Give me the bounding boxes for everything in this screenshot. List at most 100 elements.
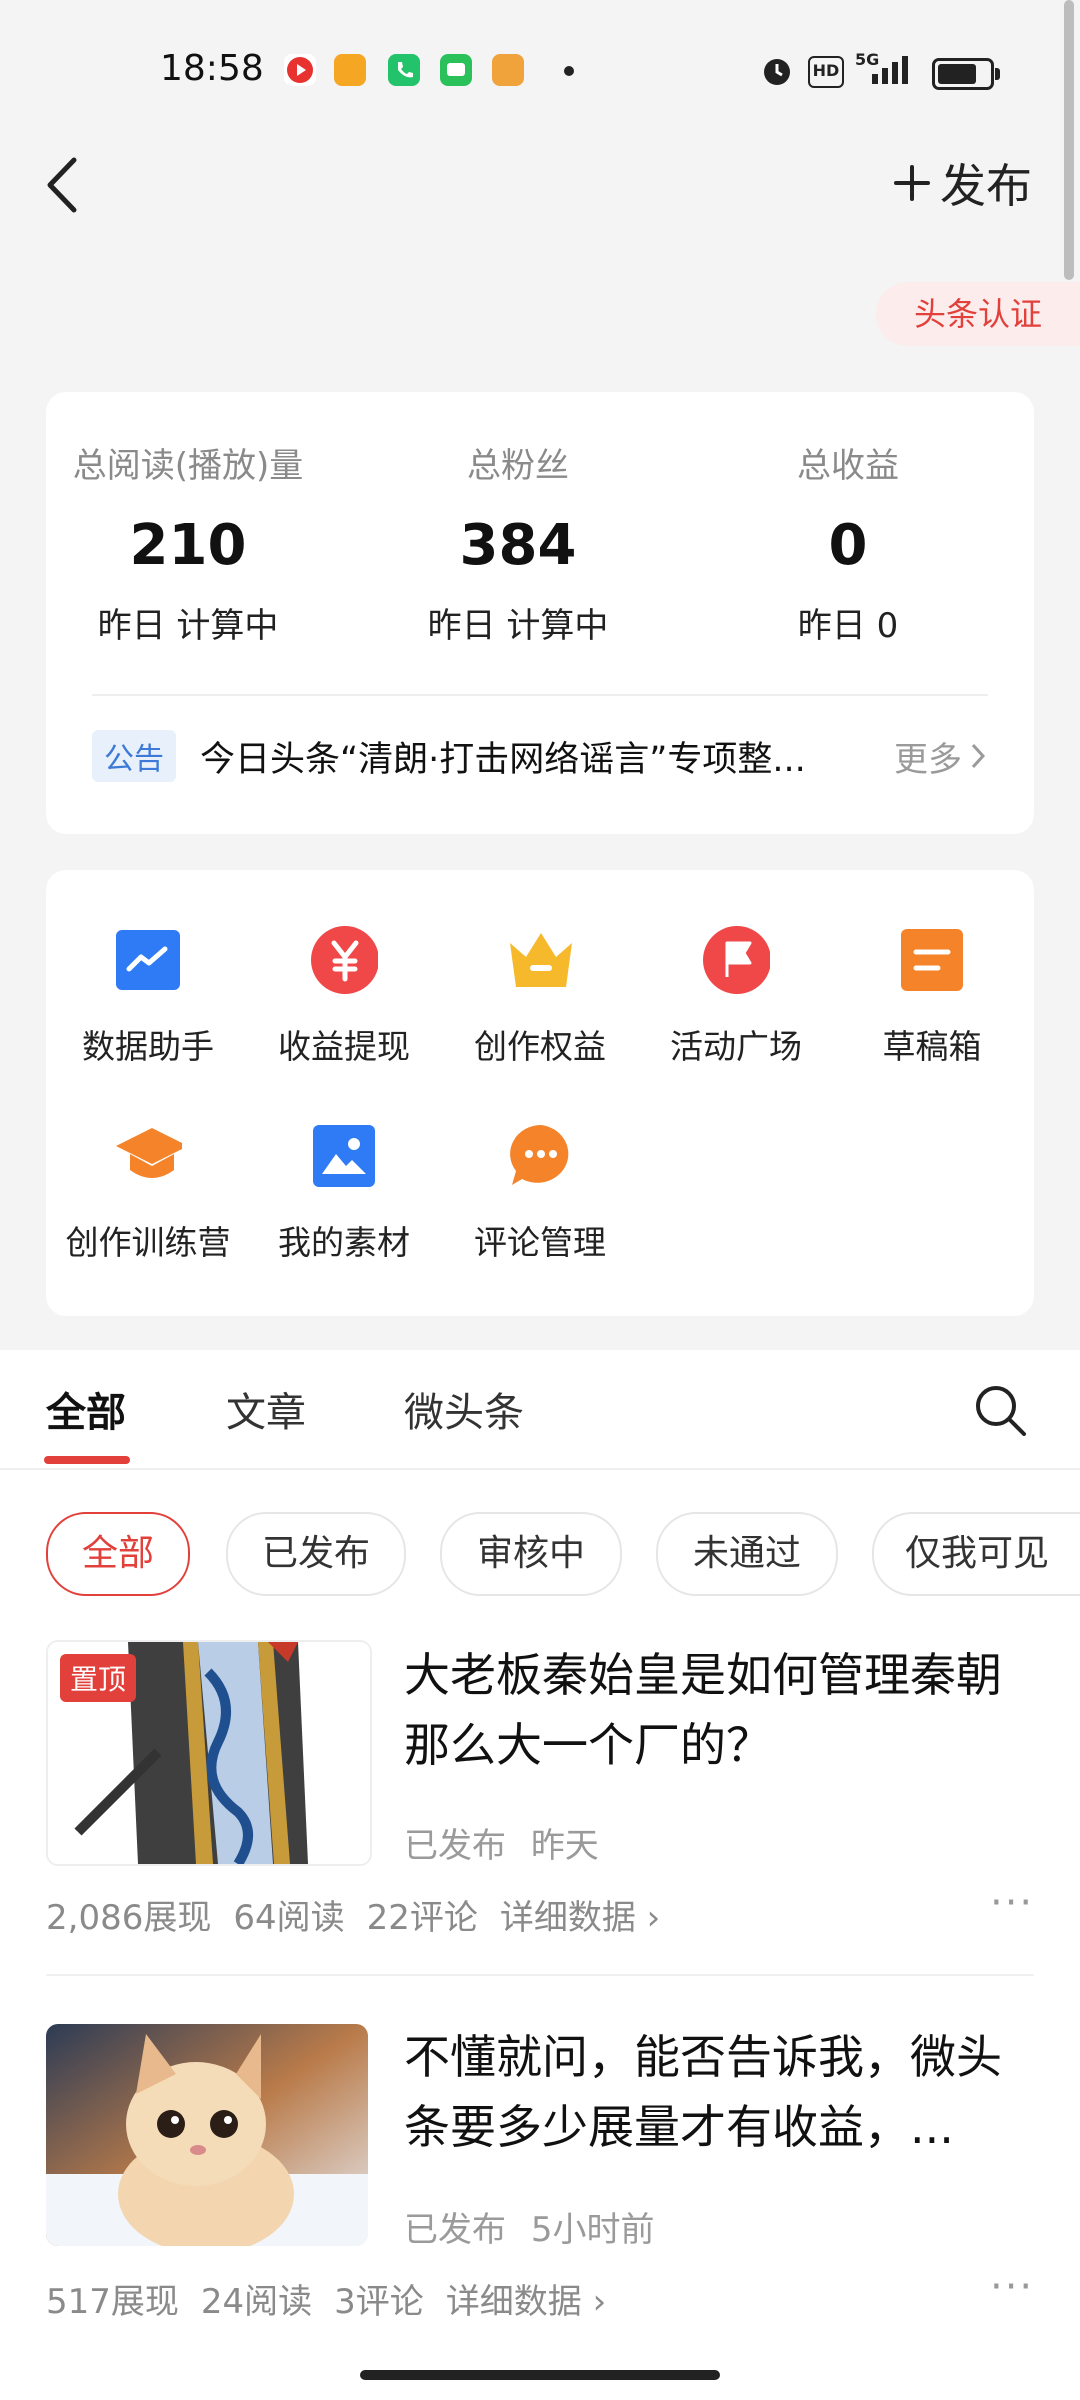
tool-withdraw[interactable]: 收益提现 (246, 926, 442, 1068)
game-app-icon (334, 54, 366, 86)
post-comments: 3评论 (334, 2282, 424, 2322)
tool-comment-management[interactable]: 评论管理 (442, 1122, 638, 1264)
post-detail-link[interactable]: 详细数据 › (500, 1890, 660, 1939)
yen-icon (310, 926, 378, 994)
stat-label: 总收益 (797, 446, 899, 486)
pinned-badge: 置顶 (60, 1654, 137, 1702)
kitten-photo (46, 2024, 368, 2246)
divider (92, 694, 988, 696)
verify-button[interactable]: 头条认证 (876, 282, 1080, 346)
post-more-button[interactable]: ··· (990, 1880, 1034, 1926)
scrollbar[interactable] (1064, 0, 1074, 280)
tool-label: 数据助手 (82, 1027, 214, 1066)
flag-icon (702, 926, 770, 994)
filter-chip-reviewing[interactable]: 审核中 (440, 1512, 622, 1596)
post-title-text: 不懂就问，能否告诉我，微头条要多少展量才有收益，... (404, 2030, 1002, 2154)
search-button[interactable] (970, 1380, 1030, 1440)
stat-value: 210 (129, 513, 247, 578)
chart-icon (114, 926, 182, 994)
post-more-button[interactable]: ··· (990, 2264, 1034, 2310)
filter-chip-private[interactable]: 仅我可见 (872, 1512, 1080, 1596)
stat-sub: 昨日 计算中 (427, 606, 609, 646)
publish-button[interactable]: 发布 (892, 148, 1032, 218)
stat-income[interactable]: 总收益 0 昨日 0 (698, 438, 998, 647)
post-detail-label: 详细数据 (445, 2282, 582, 2322)
tool-label: 活动广场 (670, 1027, 802, 1066)
post-detail-link[interactable]: 详细数据 › (446, 2274, 606, 2323)
post-thumbnail[interactable] (46, 2024, 368, 2246)
post-stats: 2,086展现 64阅读 22评论 详细数据 › (46, 1890, 660, 1939)
alarm-icon (760, 54, 794, 92)
post-meta: 已发布 昨天 (404, 1818, 599, 1867)
tool-label: 我的素材 (278, 1223, 410, 1262)
post-separator (46, 1974, 1034, 1976)
filter-chips: 全部 已发布 审核中 未通过 仅我可见 (0, 1512, 1080, 1596)
tool-my-materials[interactable]: 我的素材 (246, 1122, 442, 1264)
stat-label: 总粉丝 (467, 446, 569, 486)
notification-dot (564, 66, 574, 76)
tool-label: 收益提现 (278, 1027, 410, 1066)
image-icon (310, 1122, 378, 1190)
filter-chip-rejected[interactable]: 未通过 (656, 1512, 838, 1596)
notice-tag: 公告 (92, 730, 176, 782)
signal-icon (870, 56, 914, 90)
stat-fans[interactable]: 总粉丝 384 昨日 计算中 (368, 438, 668, 647)
chevron-right-icon (971, 743, 986, 769)
post-thumbnail[interactable]: 置顶 (46, 1640, 372, 1866)
stat-value: 384 (459, 513, 577, 578)
notice-more-label: 更多 (894, 739, 962, 780)
post-reads: 24阅读 (200, 2282, 313, 2322)
post-time: 5小时前 (530, 2210, 655, 2250)
post-detail-label: 详细数据 (499, 1898, 636, 1938)
search-icon (976, 1386, 1026, 1436)
status-bar: 18:58 HD 5G (0, 0, 1080, 140)
tool-drafts[interactable]: 草稿箱 (834, 926, 1030, 1068)
battery-icon (932, 58, 1000, 90)
tab-articles[interactable]: 文章 (226, 1380, 306, 1438)
post-comments: 22评论 (366, 1898, 478, 1938)
publish-label: 发布 (940, 159, 1032, 213)
tab-all[interactable]: 全部 (46, 1380, 126, 1438)
tool-label: 草稿箱 (882, 1027, 982, 1066)
home-indicator[interactable] (360, 2370, 720, 2380)
more-dots-icon: ··· (990, 2264, 1035, 2310)
post-status: 已发布 (404, 2210, 506, 2250)
comment-icon (506, 1122, 574, 1190)
stat-reads[interactable]: 总阅读(播放)量 210 昨日 计算中 (38, 438, 338, 647)
plus-icon (894, 165, 930, 201)
post-stats: 517展现 24阅读 3评论 详细数据 › (46, 2274, 606, 2323)
notice-text[interactable]: 今日头条“清朗·打击网络谣言”专项整... (200, 731, 826, 782)
content-tabs: 全部 文章 微头条 (0, 1350, 1080, 1470)
post-title[interactable]: 不懂就问，能否告诉我，微头条要多少展量才有收益，... (404, 2022, 1014, 2162)
post-impressions: 517展现 (46, 2282, 179, 2322)
post-reads: 64阅读 (233, 1898, 345, 1938)
tool-creator-rights[interactable]: 创作权益 (442, 926, 638, 1068)
tool-data-assistant[interactable]: 数据助手 (50, 926, 246, 1068)
tool-label: 评论管理 (474, 1223, 606, 1262)
back-button[interactable] (40, 150, 100, 220)
tools-card: 数据助手 收益提现 创作权益 活动广场 草稿箱 创作训练营 我的素材 评论管理 (46, 870, 1034, 1316)
filter-chip-published[interactable]: 已发布 (226, 1512, 406, 1596)
tool-label: 创作训练营 (65, 1223, 231, 1262)
hd-icon: HD (808, 56, 844, 88)
post-meta: 已发布 5小时前 (404, 2202, 654, 2251)
tab-micro-posts[interactable]: 微头条 (404, 1380, 524, 1438)
filter-chip-all[interactable]: 全部 (46, 1512, 190, 1596)
video-app-icon (284, 54, 316, 86)
crown-icon (506, 926, 574, 994)
tool-activity-square[interactable]: 活动广场 (638, 926, 834, 1068)
stats-card: 总阅读(播放)量 210 昨日 计算中 总粉丝 384 昨日 计算中 总收益 0… (46, 392, 1034, 834)
tool-training-camp[interactable]: 创作训练营 (50, 1122, 246, 1264)
post-time: 昨天 (530, 1826, 599, 1866)
stat-value: 0 (828, 513, 868, 578)
post-impressions: 2,086展现 (46, 1898, 212, 1938)
draft-icon (898, 926, 966, 994)
notice-more-link[interactable]: 更多 (894, 732, 988, 781)
tool-label: 创作权益 (474, 1027, 606, 1066)
post-status: 已发布 (404, 1826, 506, 1866)
stat-sub: 昨日 0 (797, 606, 899, 646)
status-time: 18:58 (160, 48, 264, 89)
notice-bar[interactable]: 公告 今日头条“清朗·打击网络谣言”专项整... 更多 (92, 728, 988, 784)
post-title[interactable]: 大老板秦始皇是如何管理秦朝那么大一个厂的？ (404, 1640, 1014, 1780)
more-dots-icon: ··· (990, 1880, 1035, 1926)
